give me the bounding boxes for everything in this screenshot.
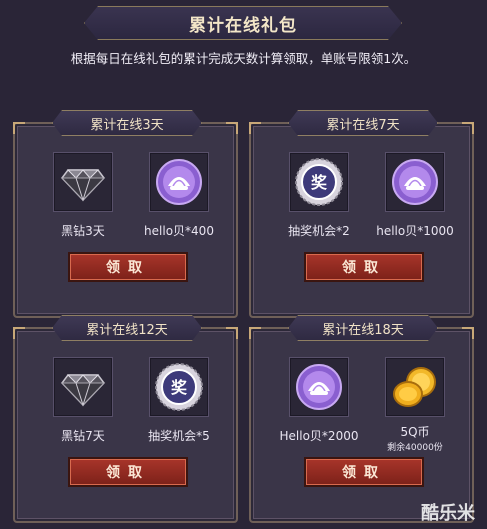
reward-label: 黑钻7天 [61,429,105,443]
page-header: 累计在线礼包 [84,6,402,40]
claim-button[interactable]: 领取 [68,457,188,487]
claim-button[interactable]: 领取 [304,252,424,282]
reward-panel-7-days: 累计在线7天 奖 抽奖机会*2 hello贝*1000 领取 [249,122,474,318]
hello-shell-icon [296,364,342,410]
reward-label: 5Q币 [400,425,430,439]
reward-label: 黑钻3天 [61,224,105,238]
reward-panel-18-days: 累计在线18天 Hello贝*2000 5Q币 剩余40000份 领取 [249,327,474,523]
reward-panel-3-days: 累计在线3天 黑钻3天 hello贝*400 领取 [13,122,238,318]
hello-shell-icon [156,159,202,205]
claim-button[interactable]: 领取 [304,457,424,487]
claim-button[interactable]: 领取 [68,252,188,282]
lottery-badge-icon: 奖 [155,363,203,411]
reward-slot [149,152,209,212]
hello-shell-icon [392,159,438,205]
black-diamond-icon [60,374,106,407]
description-text: 根据每日在线礼包的累计完成天数计算领取，单账号限领1次。 [70,51,417,66]
lottery-badge-icon: 奖 [295,158,343,206]
lottery-glyph: 奖 [311,173,328,192]
reward-label: Hello贝*2000 [279,429,359,443]
black-diamond-icon [60,169,106,202]
remaining-stock: 剩余40000份 [387,443,443,453]
panel-title: 累计在线3天 [52,110,202,136]
lottery-glyph: 奖 [171,378,188,397]
reward-label: hello贝*400 [144,224,214,238]
reward-label: 抽奖机会*2 [288,224,350,238]
reward-slot [289,357,349,417]
reward-slot: 奖 [149,357,209,417]
q-coin-icon [393,367,436,407]
panel-title: 累计在线7天 [288,110,438,136]
reward-slot [53,357,113,417]
reward-slot [53,152,113,212]
reward-slot [385,152,445,212]
page-title: 累计在线礼包 [189,15,297,36]
panel-title: 累计在线12天 [52,315,202,341]
watermark: 酷乐米 [421,503,475,524]
reward-label: hello贝*1000 [376,224,454,238]
panel-title: 累计在线18天 [288,315,438,341]
reward-slot [385,357,445,417]
reward-slot: 奖 [289,152,349,212]
reward-panel-12-days: 累计在线12天 奖 黑钻7天 抽奖机会*5 领取 [13,327,238,523]
reward-label: 抽奖机会*5 [148,429,210,443]
